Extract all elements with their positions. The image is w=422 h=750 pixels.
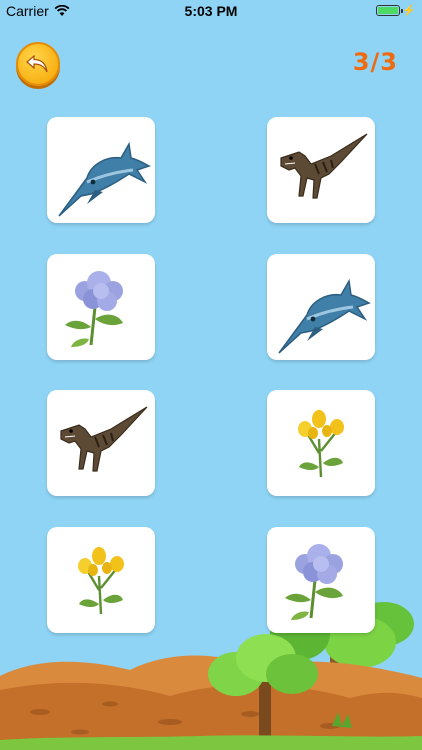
tyrannosaurus-image — [60, 406, 148, 472]
memory-card[interactable] — [267, 117, 375, 223]
yellow-tulips-image — [298, 410, 344, 478]
memory-card[interactable] — [267, 254, 375, 360]
hydrangea-flower-image — [285, 544, 343, 620]
ichthyosaur-image — [58, 141, 151, 217]
hydrangea-flower-image — [65, 271, 123, 347]
memory-card[interactable] — [267, 527, 375, 633]
memory-card[interactable] — [47, 254, 155, 360]
grass — [0, 735, 422, 750]
memory-card[interactable] — [47, 390, 155, 496]
tyrannosaurus-image — [280, 133, 368, 199]
memory-card[interactable] — [267, 390, 375, 496]
memory-card[interactable] — [47, 117, 155, 223]
ichthyosaur-image — [278, 278, 371, 354]
